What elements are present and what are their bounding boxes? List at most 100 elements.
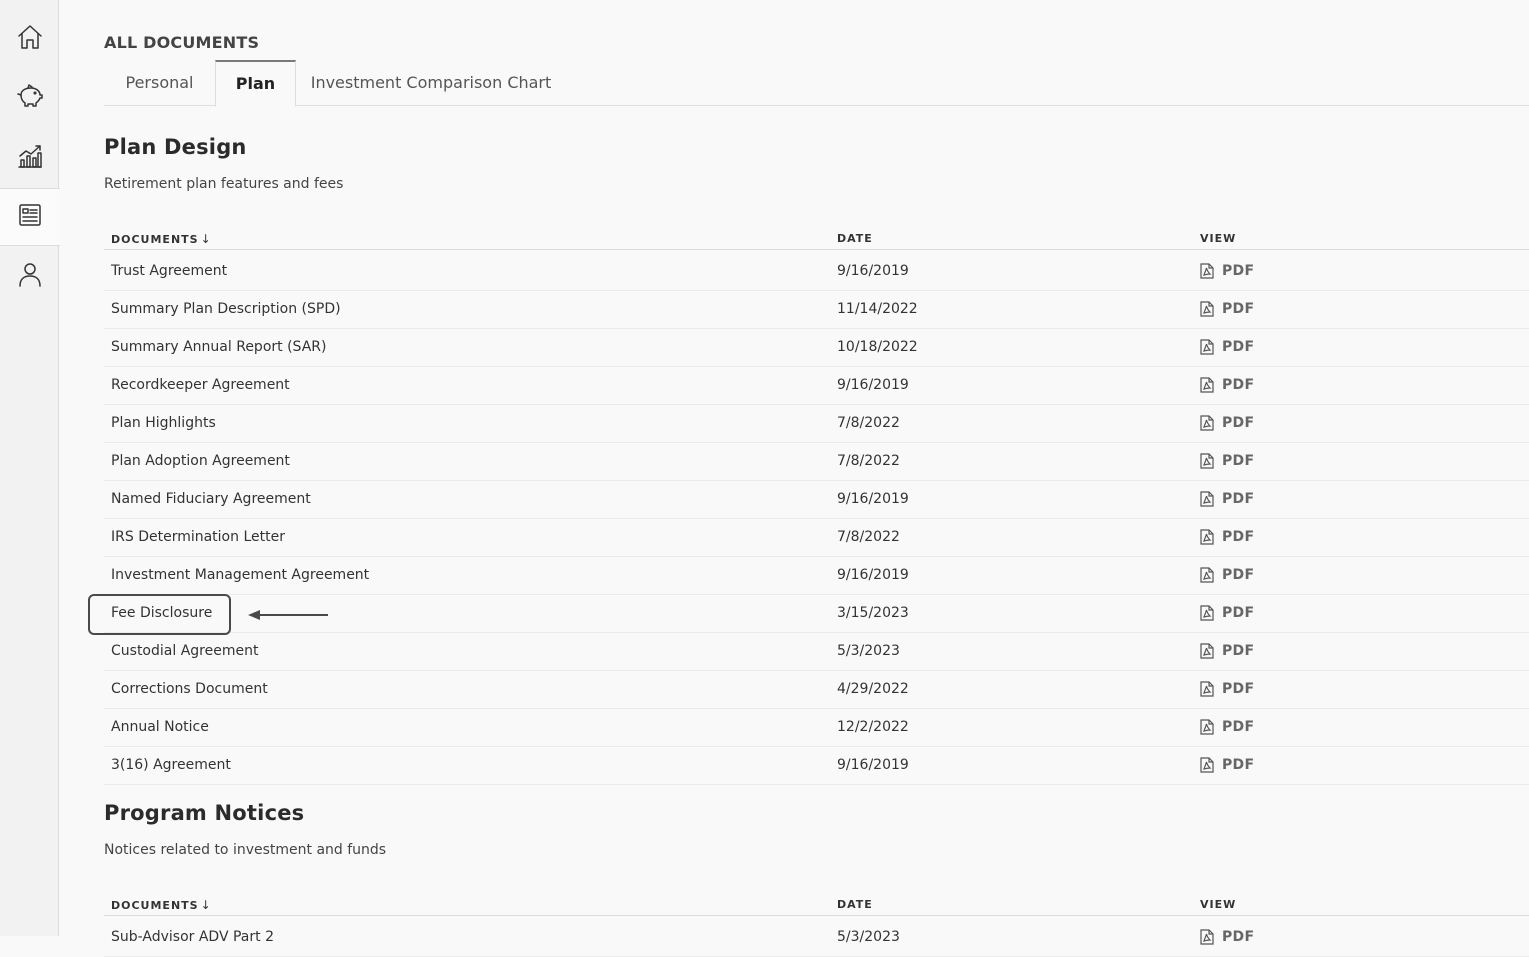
section-title: Plan Design [104, 135, 247, 159]
column-header-date: DATE [837, 232, 873, 245]
annotation-arrow-icon [248, 610, 328, 620]
view-pdf-link[interactable]: PDF [1200, 339, 1254, 355]
document-date: 9/16/2019 [837, 491, 909, 507]
document-name[interactable]: Sub-Advisor ADV Part 2 [111, 929, 274, 945]
table-row: Recordkeeper Agreement 9/16/2019 PDF [104, 367, 1529, 405]
column-header-documents[interactable]: DOCUMENTS ↓ [111, 232, 212, 246]
table-row: 3(16) Agreement 9/16/2019 PDF [104, 747, 1529, 785]
document-name[interactable]: Named Fiduciary Agreement [111, 491, 311, 507]
view-pdf-link[interactable]: PDF [1200, 453, 1254, 469]
main-content: ALL DOCUMENTS Personal Plan Investment C… [88, 0, 1529, 957]
table-header: DOCUMENTS ↓ DATE VIEW [104, 898, 1529, 916]
sidebar-item-profile[interactable] [0, 247, 59, 305]
tab-investment-comparison-chart[interactable]: Investment Comparison Chart [296, 60, 566, 106]
sort-arrow-icon: ↓ [200, 898, 212, 912]
table-row: Summary Annual Report (SAR) 10/18/2022 PDF [104, 329, 1529, 367]
table-row: Investment Management Agreement 9/16/2019… [104, 557, 1529, 595]
pdf-file-icon [1200, 301, 1214, 317]
document-date: 9/16/2019 [837, 263, 909, 279]
view-pdf-link[interactable]: PDF [1200, 929, 1254, 945]
document-name[interactable]: Summary Annual Report (SAR) [111, 339, 326, 355]
document-name[interactable]: Trust Agreement [111, 263, 227, 279]
document-name[interactable]: IRS Determination Letter [111, 529, 285, 545]
section-subtitle: Notices related to investment and funds [104, 842, 387, 858]
sidebar-item-home[interactable] [0, 10, 59, 68]
pdf-file-icon [1200, 605, 1214, 621]
document-date: 12/2/2022 [837, 719, 909, 735]
view-pdf-link[interactable]: PDF [1200, 643, 1254, 659]
tab-plan[interactable]: Plan [215, 60, 296, 107]
document-name[interactable]: 3(16) Agreement [111, 757, 231, 773]
document-date: 9/16/2019 [837, 377, 909, 393]
document-name[interactable]: Recordkeeper Agreement [111, 377, 290, 393]
document-date: 5/3/2023 [837, 643, 900, 659]
pdf-file-icon [1200, 453, 1214, 469]
document-date: 7/8/2022 [837, 415, 900, 431]
pdf-file-icon [1200, 491, 1214, 507]
table-row: Annual Notice 12/2/2022 PDF [104, 709, 1529, 747]
document-name[interactable]: Fee Disclosure [111, 605, 212, 621]
view-pdf-link[interactable]: PDF [1200, 605, 1254, 621]
table-row: Trust Agreement 9/16/2019 PDF [104, 253, 1529, 291]
table-row: Plan Highlights 7/8/2022 PDF [104, 405, 1529, 443]
document-name[interactable]: Summary Plan Description (SPD) [111, 301, 341, 317]
view-pdf-link[interactable]: PDF [1200, 681, 1254, 697]
view-pdf-link[interactable]: PDF [1200, 263, 1254, 279]
growth-chart-icon [16, 142, 44, 174]
document-date: 10/18/2022 [837, 339, 918, 355]
document-name[interactable]: Annual Notice [111, 719, 209, 735]
pdf-file-icon [1200, 415, 1214, 431]
column-header-documents[interactable]: DOCUMENTS ↓ [111, 898, 212, 912]
table-row: IRS Determination Letter 7/8/2022 PDF [104, 519, 1529, 557]
table-row: Custodial Agreement 5/3/2023 PDF [104, 633, 1529, 671]
pdf-file-icon [1200, 681, 1214, 697]
tab-personal[interactable]: Personal [104, 60, 215, 106]
table-row: Named Fiduciary Agreement 9/16/2019 PDF [104, 481, 1529, 519]
document-date: 11/14/2022 [837, 301, 918, 317]
document-date: 9/16/2019 [837, 757, 909, 773]
pdf-file-icon [1200, 339, 1214, 355]
sidebar-item-savings[interactable] [0, 69, 59, 127]
view-pdf-link[interactable]: PDF [1200, 377, 1254, 393]
sidebar-item-documents[interactable] [0, 188, 60, 246]
view-pdf-link[interactable]: PDF [1200, 567, 1254, 583]
pdf-file-icon [1200, 643, 1214, 659]
sidebar-nav [0, 0, 60, 936]
column-header-view: VIEW [1200, 898, 1237, 911]
view-pdf-link[interactable]: PDF [1200, 415, 1254, 431]
user-icon [16, 260, 44, 292]
section-subtitle: Retirement plan features and fees [104, 176, 344, 192]
pdf-file-icon [1200, 567, 1214, 583]
table-row: Plan Adoption Agreement 7/8/2022 PDF [104, 443, 1529, 481]
column-header-view: VIEW [1200, 232, 1237, 245]
view-pdf-link[interactable]: PDF [1200, 301, 1254, 317]
sidebar-item-performance[interactable] [0, 129, 59, 187]
document-date: 4/29/2022 [837, 681, 909, 697]
pdf-file-icon [1200, 263, 1214, 279]
document-name[interactable]: Investment Management Agreement [111, 567, 369, 583]
document-name[interactable]: Corrections Document [111, 681, 268, 697]
document-date: 9/16/2019 [837, 567, 909, 583]
document-date: 7/8/2022 [837, 529, 900, 545]
pdf-file-icon [1200, 529, 1214, 545]
document-name[interactable]: Plan Adoption Agreement [111, 453, 290, 469]
table-row: Summary Plan Description (SPD) 11/14/2022… [104, 291, 1529, 329]
table-header: DOCUMENTS ↓ DATE VIEW [104, 232, 1529, 250]
pdf-file-icon [1200, 929, 1214, 945]
piggy-bank-icon [16, 82, 44, 114]
view-pdf-link[interactable]: PDF [1200, 757, 1254, 773]
section-title: Program Notices [104, 801, 305, 825]
document-date: 7/8/2022 [837, 453, 900, 469]
view-pdf-link[interactable]: PDF [1200, 529, 1254, 545]
home-icon [16, 23, 44, 55]
view-pdf-link[interactable]: PDF [1200, 491, 1254, 507]
document-name[interactable]: Plan Highlights [111, 415, 216, 431]
table-row: Corrections Document 4/29/2022 PDF [104, 671, 1529, 709]
document-date: 3/15/2023 [837, 605, 909, 621]
document-name[interactable]: Custodial Agreement [111, 643, 258, 659]
view-pdf-link[interactable]: PDF [1200, 719, 1254, 735]
pdf-file-icon [1200, 757, 1214, 773]
column-header-date: DATE [837, 898, 873, 911]
pdf-file-icon [1200, 377, 1214, 393]
tab-bar: Personal Plan Investment Comparison Char… [104, 60, 1529, 107]
